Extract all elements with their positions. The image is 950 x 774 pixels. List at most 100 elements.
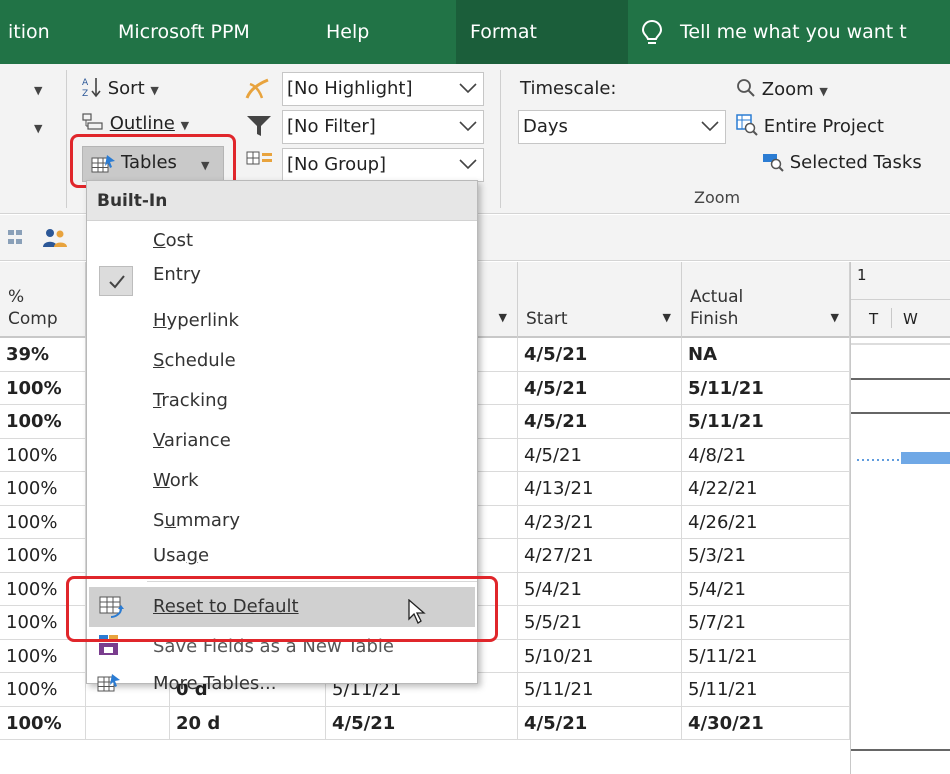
tab-microsoft-ppm[interactable]: Microsoft PPM [118, 0, 250, 64]
column-header-start[interactable]: Start ▼ [518, 262, 682, 338]
gantt-chart[interactable]: 1 T W [850, 262, 950, 774]
percent-complete-cell[interactable]: 100% [0, 472, 86, 506]
tab-edition[interactable]: ition [8, 0, 50, 64]
timescale-select[interactable]: Days [518, 110, 726, 144]
reset-highlight-box [66, 576, 498, 642]
menu-item-work[interactable]: Work [87, 461, 477, 501]
ribbon-separator [66, 70, 67, 208]
actual-finish-cell[interactable]: 5/11/21 [682, 673, 850, 707]
blank-cell[interactable] [86, 706, 170, 740]
entire-project-icon [736, 114, 758, 136]
percent-complete-cell[interactable]: 100% [0, 405, 86, 439]
filter-select[interactable]: [No Filter] [282, 110, 484, 144]
ribbon-tab-bar: ition Microsoft PPM Help Format Tell me … [0, 0, 950, 64]
svg-text:A: A [82, 78, 89, 88]
zoom-button[interactable]: Zoom ▼ [736, 78, 828, 100]
selected-tasks-icon [763, 154, 784, 172]
start-cell[interactable]: 4/5/21 [518, 371, 682, 405]
actual-start-cell[interactable]: 4/5/21 [326, 706, 518, 740]
column-header-percent-complete[interactable]: % Comp [0, 262, 86, 338]
column-filter-arrow-icon[interactable]: ▼ [499, 311, 507, 324]
outline-icon [82, 113, 103, 130]
tab-format[interactable]: Format [456, 0, 628, 64]
chevron-down-icon [701, 121, 719, 132]
ribbon-separator [500, 70, 501, 208]
sort-az-icon: A Z [82, 78, 101, 99]
actual-finish-cell[interactable]: 5/11/21 [682, 639, 850, 673]
actual-finish-cell[interactable]: 4/22/21 [682, 472, 850, 506]
actual-finish-cell[interactable]: 5/7/21 [682, 606, 850, 640]
start-cell[interactable]: 5/11/21 [518, 673, 682, 707]
start-cell[interactable]: 5/4/21 [518, 572, 682, 606]
chevron-down-icon[interactable]: ▼ [34, 78, 42, 99]
lightbulb-icon [641, 19, 663, 44]
sort-button[interactable]: A Z Sort ▼ [82, 76, 159, 99]
percent-complete-cell[interactable]: 100% [0, 505, 86, 539]
actual-finish-cell[interactable]: 4/26/21 [682, 505, 850, 539]
menu-item-hyperlink[interactable]: Hyperlink [87, 301, 477, 341]
chevron-down-icon [459, 121, 477, 132]
menu-item-entry[interactable]: Entry [87, 261, 477, 301]
percent-complete-cell[interactable]: 100% [0, 706, 86, 740]
filter-icon [247, 116, 271, 136]
table-icon [97, 674, 120, 692]
outline-button[interactable]: Outline ▼ [82, 112, 189, 134]
start-cell[interactable]: 4/5/21 [518, 438, 682, 472]
actual-finish-cell[interactable]: 4/30/21 [682, 706, 850, 740]
percent-complete-cell[interactable]: 39% [0, 338, 86, 372]
percent-complete-cell[interactable]: 100% [0, 639, 86, 673]
resource-icon [8, 230, 22, 244]
start-cell[interactable]: 4/5/21 [518, 706, 682, 740]
group-select[interactable]: [No Group] [282, 148, 484, 182]
start-cell[interactable]: 5/5/21 [518, 606, 682, 640]
zoom-group-label: Zoom [694, 188, 741, 207]
actual-finish-cell[interactable]: 5/11/21 [682, 405, 850, 439]
chevron-down-icon [459, 83, 477, 94]
magnifier-icon [737, 79, 755, 97]
actual-finish-cell[interactable]: 5/11/21 [682, 371, 850, 405]
highlight-select[interactable]: [No Highlight] [282, 72, 484, 106]
actual-finish-cell[interactable]: 5/3/21 [682, 539, 850, 573]
column-filter-arrow-icon[interactable]: ▼ [831, 311, 839, 324]
entire-project-button[interactable]: Entire Project [736, 114, 884, 137]
team-icon [43, 229, 67, 247]
gantt-bars [851, 343, 950, 751]
actual-finish-cell[interactable]: 5/4/21 [682, 572, 850, 606]
chevron-down-icon [459, 159, 477, 170]
table-row[interactable]: 100% 20 d 4/5/21 4/5/21 4/30/21 [0, 706, 850, 740]
checkmark-icon [99, 266, 133, 296]
duration-cell[interactable]: 20 d [170, 706, 326, 740]
chevron-down-icon[interactable]: ▼ [34, 116, 42, 137]
menu-section-header: Built-In [87, 181, 477, 221]
start-cell[interactable]: 4/5/21 [518, 405, 682, 439]
menu-item-summary[interactable]: Summary [87, 501, 477, 541]
percent-complete-cell[interactable]: 100% [0, 539, 86, 573]
start-cell[interactable]: 4/5/21 [518, 338, 682, 372]
group-icon [246, 151, 272, 165]
column-header-actual-finish[interactable]: Actual Finish ▼ [682, 262, 850, 338]
menu-item-variance[interactable]: Variance [87, 421, 477, 461]
menu-item-tracking[interactable]: Tracking [87, 381, 477, 421]
actual-finish-cell[interactable]: NA [682, 338, 850, 372]
actual-finish-cell[interactable]: 4/8/21 [682, 438, 850, 472]
start-cell[interactable]: 5/10/21 [518, 639, 682, 673]
menu-item-more-tables[interactable]: More Tables... [87, 667, 477, 701]
tab-help[interactable]: Help [326, 0, 369, 64]
menu-item-schedule[interactable]: Schedule [87, 341, 477, 381]
timescale-label: Timescale: [520, 78, 617, 99]
menu-item-usage[interactable]: Usage [87, 541, 477, 571]
start-cell[interactable]: 4/27/21 [518, 539, 682, 573]
column-filter-arrow-icon[interactable]: ▼ [663, 311, 671, 324]
gantt-timescale-bottom: T W [851, 300, 950, 338]
tell-me-search[interactable]: Tell me what you want t [680, 0, 907, 64]
selected-tasks-button[interactable]: Selected Tasks [762, 150, 922, 173]
start-cell[interactable]: 4/23/21 [518, 505, 682, 539]
gantt-timescale-top: 1 [851, 262, 950, 300]
svg-text:Z: Z [82, 89, 88, 98]
percent-complete-cell[interactable]: 100% [0, 371, 86, 405]
start-cell[interactable]: 4/13/21 [518, 472, 682, 506]
menu-item-cost[interactable]: Cost [87, 221, 477, 261]
percent-complete-cell[interactable]: 100% [0, 438, 86, 472]
highlight-icon [245, 78, 269, 99]
percent-complete-cell[interactable]: 100% [0, 673, 86, 707]
